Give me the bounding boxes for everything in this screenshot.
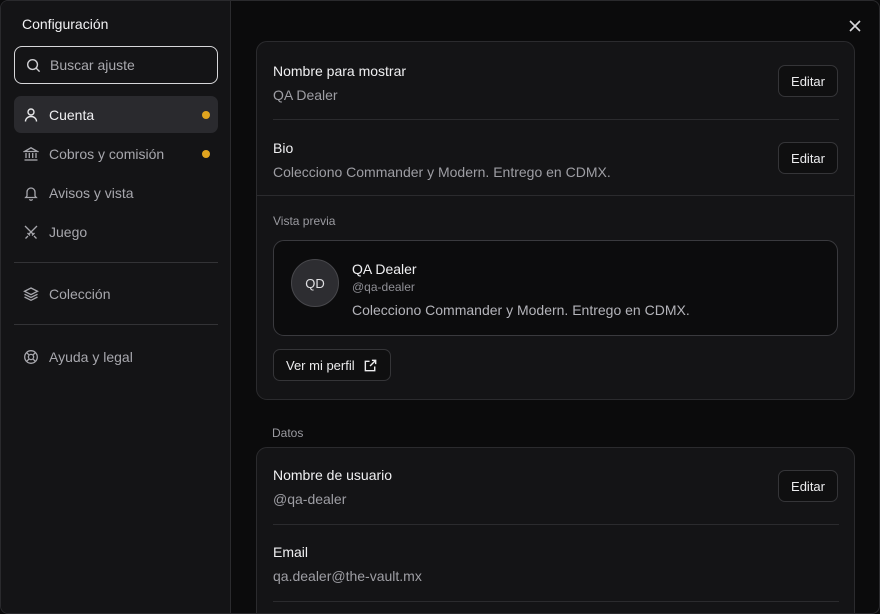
preview-bio: Colecciono Commander y Modern. Entrego e… [352, 302, 690, 318]
preview-name: QA Dealer [352, 261, 417, 277]
display-name-value: QA Dealer [273, 87, 338, 103]
notification-dot [202, 150, 210, 158]
username-label: Nombre de usuario [273, 467, 393, 483]
notification-dot [202, 111, 210, 119]
search-input[interactable] [50, 57, 200, 73]
edit-bio-button[interactable]: Editar [778, 142, 838, 174]
username-row: Nombre de usuario @qa-dealer [273, 467, 839, 507]
preview-label: Vista previa [273, 214, 336, 228]
display-name-row: Nombre para mostrar QA Dealer [273, 63, 839, 103]
sidebar-item-label: Ayuda y legal [49, 348, 133, 365]
sidebar-item-juego[interactable]: Juego [14, 213, 218, 250]
settings-sidebar: Configuración Cuenta Cobros y comisión A… [1, 1, 231, 613]
row-divider [273, 524, 839, 525]
sidebar-item-label: Avisos y vista [49, 184, 134, 201]
row-divider [273, 119, 839, 120]
view-profile-label: Ver mi perfil [286, 357, 355, 373]
search-icon [26, 58, 41, 72]
username-value: @qa-dealer [273, 491, 347, 507]
sidebar-title: Configuración [22, 16, 109, 32]
email-value: qa.dealer@the-vault.mx [273, 568, 422, 584]
sidebar-item-avisos[interactable]: Avisos y vista [14, 174, 218, 211]
email-row: Email qa.dealer@the-vault.mx [273, 544, 839, 584]
profile-preview-card: QD QA Dealer @qa-dealer Colecciono Comma… [273, 240, 838, 336]
lifebuoy-icon [24, 349, 38, 364]
bank-icon [23, 146, 39, 161]
row-divider [273, 601, 839, 602]
datos-section-title: Datos [272, 426, 304, 440]
sidebar-divider [14, 324, 218, 325]
sidebar-item-label: Cuenta [49, 106, 95, 123]
sidebar-item-coleccion[interactable]: Colección [14, 275, 218, 312]
sidebar-item-cuenta[interactable]: Cuenta [14, 96, 218, 133]
view-profile-button[interactable]: Ver mi perfil [273, 349, 391, 381]
sidebar-item-cobros[interactable]: Cobros y comisión [14, 135, 218, 172]
bio-row: Bio Colecciono Commander y Modern. Entre… [273, 140, 839, 180]
sidebar-item-label: Juego [49, 223, 88, 240]
search-box[interactable] [14, 46, 218, 84]
external-link-icon [364, 359, 376, 371]
bell-icon [24, 186, 38, 201]
settings-content: Nombre para mostrar QA Dealer Editar Bio… [232, 1, 879, 613]
section-divider [257, 195, 854, 196]
crossed-swords-icon [24, 225, 38, 239]
user-icon [24, 107, 38, 122]
profile-card: Nombre para mostrar QA Dealer Editar Bio… [256, 41, 855, 400]
bio-value: Colecciono Commander y Modern. Entrego e… [273, 164, 611, 180]
edit-username-button[interactable]: Editar [778, 470, 838, 502]
settings-window: Configuración Cuenta Cobros y comisión A… [0, 0, 880, 614]
sidebar-item-label: Cobros y comisión [49, 145, 165, 162]
display-name-label: Nombre para mostrar [273, 63, 407, 79]
avatar: QD [291, 259, 339, 307]
sidebar-item-label: Colección [49, 285, 111, 302]
sidebar-divider [14, 262, 218, 263]
email-label: Email [273, 544, 309, 560]
edit-display-name-button[interactable]: Editar [778, 65, 838, 97]
preview-handle: @qa-dealer [352, 280, 415, 294]
layers-icon [23, 286, 39, 301]
bio-label: Bio [273, 140, 294, 156]
sidebar-item-ayuda[interactable]: Ayuda y legal [14, 338, 218, 375]
data-card: Nombre de usuario @qa-dealer Editar Emai… [256, 447, 855, 613]
